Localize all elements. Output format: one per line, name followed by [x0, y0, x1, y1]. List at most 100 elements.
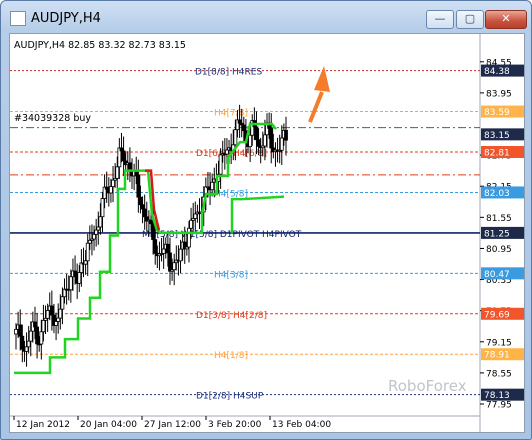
level-label: H4[3/8]: [214, 270, 248, 280]
candle-body: [254, 126, 259, 141]
candle-body: [73, 270, 77, 277]
order-label: #34039328 buy: [14, 113, 91, 124]
candle-body: [18, 324, 23, 337]
price-tag-label: 78.91: [484, 351, 510, 361]
candle-body: [109, 186, 113, 194]
level-label: D1[8/8] H4RES: [195, 68, 262, 78]
candle-body: [136, 174, 141, 198]
candle-body: [248, 134, 253, 148]
price-tag-label: 82.81: [484, 149, 510, 159]
candle-body: [140, 204, 145, 210]
level-label: H4[1/8]: [214, 351, 248, 361]
close-button[interactable]: ✕: [485, 10, 527, 29]
candle-body: [168, 252, 172, 272]
price-tick-label: 77.95: [486, 401, 512, 411]
time-tick-label: 20 Jan 04:00: [80, 420, 137, 430]
minimize-button[interactable]: —: [426, 10, 454, 29]
price-tags: 84.38 83.59 83.15 82.81 82.03 81.25 80.47 79.69…: [481, 64, 524, 401]
price-tick-label: 80.95: [486, 245, 512, 255]
time-tick-label: 3 Feb 20:00: [208, 420, 262, 430]
candle-body: [28, 330, 33, 342]
price-tick-label: 81.55: [486, 214, 512, 224]
candle-body: [119, 147, 124, 152]
level-label: D1[2/8] H4SUP: [196, 392, 264, 402]
candle-body: [54, 321, 58, 326]
price-tick-label: 79.15: [486, 338, 512, 348]
candle-body: [172, 262, 177, 271]
candle-body: [33, 321, 37, 328]
candle-body: [284, 129, 288, 141]
price-tag-label: 83.59: [484, 108, 510, 118]
candle-body: [60, 296, 65, 310]
candle-body: [263, 134, 267, 147]
price-tag-label: 83.15: [484, 131, 510, 141]
candle-body: [56, 317, 61, 322]
level-label: H4[7/8]: [214, 109, 248, 119]
candle-body: [87, 239, 92, 244]
candle-body: [14, 328, 18, 335]
candle-body: [138, 196, 143, 206]
candle-body: [151, 223, 156, 241]
candle-body: [24, 346, 29, 352]
candle-body: [92, 233, 96, 240]
candle-body: [115, 166, 120, 179]
candle-body: [58, 308, 63, 319]
candle-body: [269, 127, 274, 149]
candle-body: [121, 150, 126, 162]
watermark: RoboForex: [388, 377, 467, 395]
chart-window-icon: [10, 11, 26, 26]
title-bar[interactable]: AUDJPY,H4 — ▢ ✕: [1, 1, 531, 35]
candle-body: [210, 181, 215, 191]
chart-area[interactable]: D1[8/8] H4RES H4[7/8] D1[6/8] H4[6/8] H4[5/…: [9, 33, 525, 433]
chart-header: AUDJPY,H4 82.85 83.32 82.73 83.15: [14, 40, 186, 51]
candle-body: [161, 248, 166, 254]
candle-body: [98, 216, 103, 228]
time-tick-label: 13 Feb 04:00: [272, 420, 331, 430]
price-tag-label: 78.13: [484, 391, 510, 401]
candle-body: [218, 154, 223, 175]
candle-body: [241, 124, 246, 132]
candle-body: [35, 326, 39, 345]
chart-window: AUDJPY,H4 — ▢ ✕ D1[8/8] H4RES H4[7/8] D1[6…: [0, 0, 532, 440]
candle-body: [178, 248, 183, 262]
candle-body: [149, 219, 153, 225]
candle-body: [20, 335, 25, 350]
candle-body: [94, 229, 99, 235]
candle-body: [100, 198, 105, 218]
time-tick-label: 27 Jan 12:00: [144, 420, 201, 430]
price-tag-label: 79.69: [484, 310, 510, 320]
candle-body: [41, 319, 46, 333]
candle-body: [45, 310, 50, 319]
level-label: D1[3/8] H4[2/8]: [196, 311, 267, 321]
price-tag-label: 84.38: [484, 67, 510, 77]
candle-body: [111, 179, 115, 188]
candle-body: [193, 213, 198, 219]
candle-body: [233, 129, 238, 146]
candle-body: [189, 219, 193, 229]
candle-body: [49, 305, 54, 316]
window-title: AUDJPY,H4: [31, 11, 101, 26]
candle-body: [153, 239, 158, 254]
price-tick-label: 83.95: [486, 89, 512, 99]
candle-body: [225, 149, 229, 155]
candle-body: [256, 139, 261, 147]
candle-body: [279, 137, 284, 151]
price-tag-label: 81.25: [484, 229, 510, 239]
candle-body: [68, 276, 73, 291]
maximize-button[interactable]: ▢: [456, 10, 484, 29]
candle-body: [187, 227, 191, 248]
candle-body: [85, 242, 90, 262]
candle-body: [77, 272, 82, 284]
price-chart[interactable]: D1[8/8] H4RESH4[7/8]D1[6/8] H4[6/8]H4[5/…: [10, 34, 524, 432]
candle-body: [26, 340, 31, 348]
candle-body: [165, 243, 170, 254]
price-tag-label: 80.47: [484, 270, 510, 280]
candle-body: [39, 331, 44, 345]
candle-body: [237, 119, 242, 124]
candle-body: [96, 226, 101, 231]
time-tick-label: 12 Jan 2012: [16, 420, 70, 430]
price-tag-label: 82.03: [484, 189, 510, 199]
candle-body: [142, 208, 147, 218]
candle-body: [83, 260, 88, 265]
price-tick-label: 78.55: [486, 369, 512, 379]
